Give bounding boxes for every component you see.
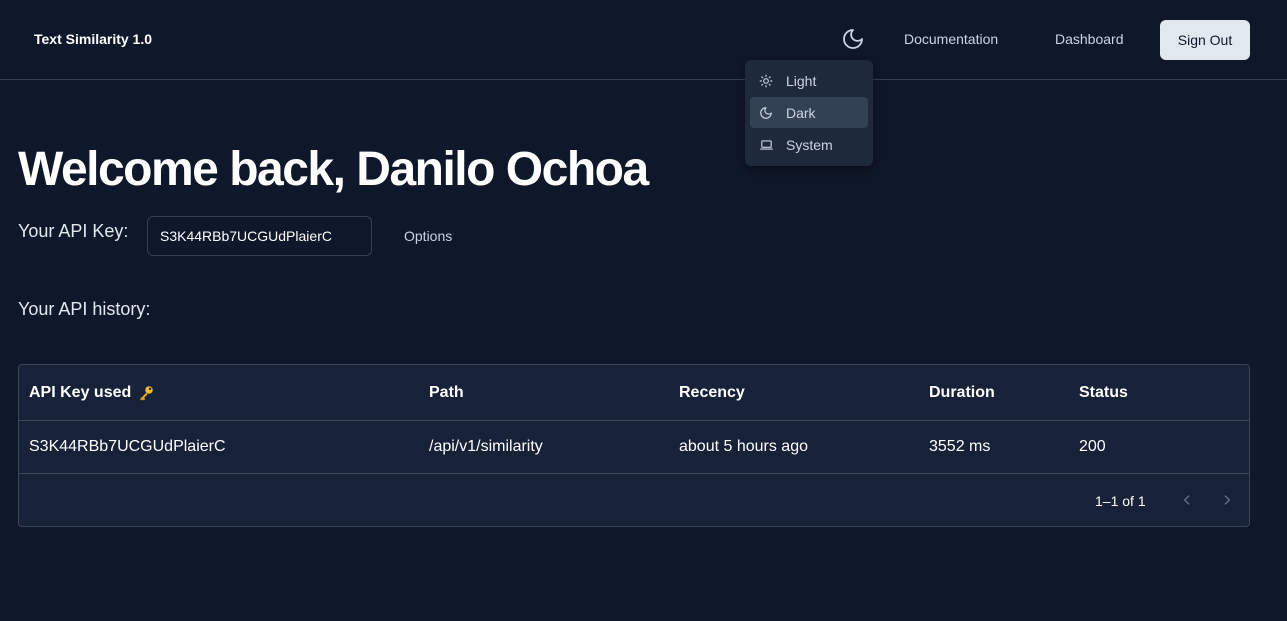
- sign-out-button[interactable]: Sign Out: [1160, 20, 1250, 60]
- pagination-info: 1–1 of 1: [1095, 493, 1146, 509]
- theme-option-dark[interactable]: Dark: [750, 97, 868, 128]
- top-navbar: Text Similarity 1.0 Documentation Dashbo…: [0, 0, 1287, 80]
- api-key-input[interactable]: [147, 216, 372, 256]
- table-row[interactable]: S3K44RBb7UCGUdPlaierC /api/v1/similarity…: [19, 421, 1249, 474]
- nav-dashboard-link[interactable]: Dashboard: [1055, 31, 1124, 47]
- api-history-label: Your API history:: [18, 299, 151, 319]
- api-key-label: Your API Key:: [18, 221, 129, 241]
- chevron-right-icon: [1224, 495, 1230, 505]
- moon-icon: [758, 105, 774, 121]
- column-header-api-key[interactable]: API Key used: [29, 365, 155, 420]
- options-button[interactable]: Options: [404, 228, 452, 244]
- theme-dropdown-menu: Light Dark System: [745, 60, 873, 166]
- column-header-duration[interactable]: Duration: [929, 365, 995, 420]
- cell-duration: 3552 ms: [929, 438, 991, 455]
- theme-toggle-button[interactable]: [838, 24, 868, 54]
- column-header-status[interactable]: Status: [1079, 365, 1128, 420]
- theme-option-label: System: [786, 136, 833, 153]
- cell-recency: about 5 hours ago: [679, 438, 808, 455]
- page-title: Welcome back, Danilo Ochoa: [18, 143, 649, 196]
- theme-option-label: Light: [786, 72, 817, 89]
- api-history-table: API Key used Path Recency Duration Statu…: [18, 364, 1250, 527]
- moon-icon: [843, 29, 863, 49]
- column-header-path[interactable]: Path: [429, 365, 464, 420]
- column-header-recency[interactable]: Recency: [679, 365, 745, 420]
- cell-status: 200: [1079, 438, 1106, 455]
- next-page-button[interactable]: [1215, 488, 1239, 512]
- key-icon: [137, 384, 155, 402]
- table-footer: 1–1 of 1: [19, 474, 1249, 526]
- theme-option-light[interactable]: Light: [750, 65, 868, 96]
- brand-title[interactable]: Text Similarity 1.0: [34, 31, 152, 47]
- sun-icon: [758, 73, 774, 89]
- cell-api-key: S3K44RBb7UCGUdPlaierC: [29, 438, 226, 455]
- laptop-icon: [758, 137, 774, 153]
- cell-path: /api/v1/similarity: [429, 438, 543, 455]
- nav-documentation-link[interactable]: Documentation: [904, 31, 998, 47]
- table-header-row: API Key used Path Recency Duration Statu…: [19, 365, 1249, 421]
- chevron-left-icon: [1184, 495, 1190, 505]
- theme-option-label: Dark: [786, 104, 816, 121]
- previous-page-button[interactable]: [1175, 488, 1199, 512]
- theme-option-system[interactable]: System: [750, 129, 868, 160]
